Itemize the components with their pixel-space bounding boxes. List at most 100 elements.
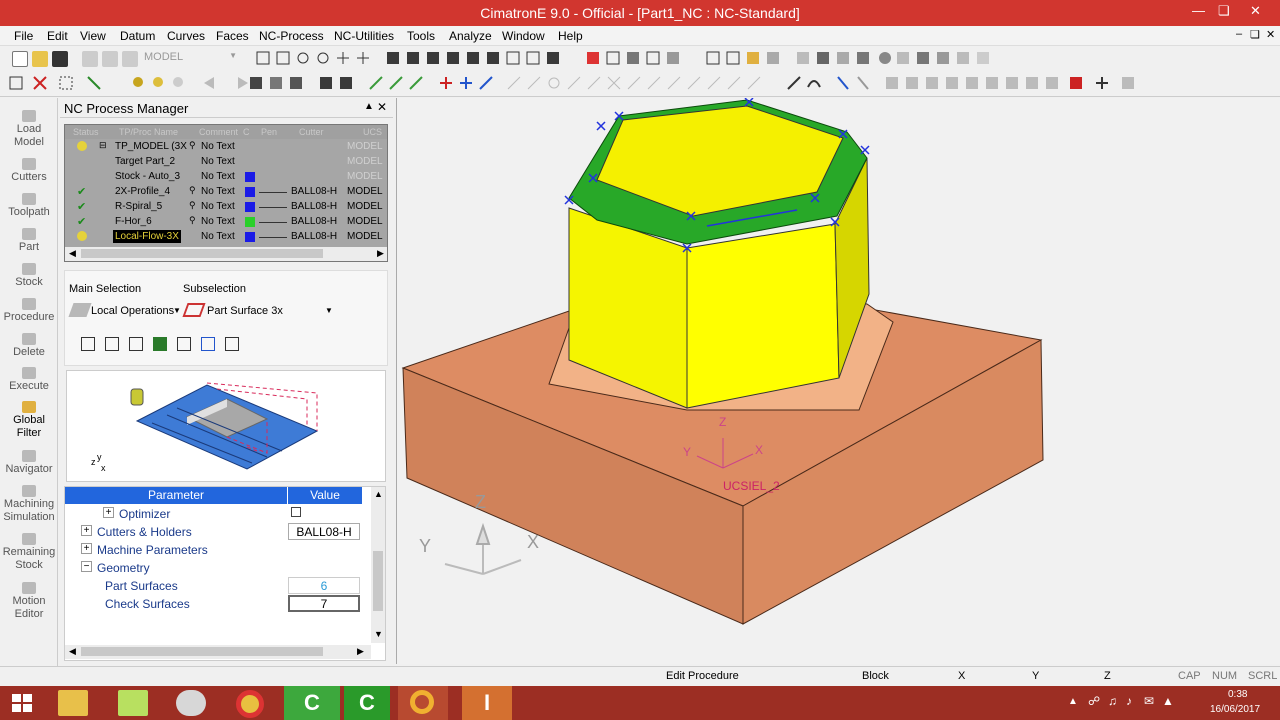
menu-curves[interactable]: Curves bbox=[167, 29, 205, 43]
folder-app-icon[interactable] bbox=[118, 690, 148, 716]
file-explorer-icon[interactable] bbox=[58, 690, 88, 716]
collapse-icon[interactable]: ⊟ bbox=[99, 140, 107, 151]
panel-close-icon[interactable]: ✕ bbox=[377, 100, 387, 114]
new-procedure-icon[interactable] bbox=[81, 337, 95, 351]
col-pen[interactable]: Pen bbox=[261, 127, 277, 137]
language-icon[interactable]: ✉ bbox=[1144, 694, 1154, 708]
copy-procedure-icon[interactable] bbox=[105, 337, 119, 351]
expand-icon[interactable]: + bbox=[103, 507, 114, 518]
global-filter-button[interactable]: Global Filter bbox=[0, 401, 58, 440]
app-icon[interactable] bbox=[398, 686, 448, 720]
part-surfaces-value[interactable]: 6 bbox=[288, 577, 360, 594]
load-model-button[interactable]: Load Model bbox=[0, 110, 58, 149]
delete-button[interactable]: Delete bbox=[0, 333, 58, 359]
scroll-right-icon[interactable]: ▶ bbox=[377, 248, 384, 259]
subselection-dropdown[interactable]: Part Surface 3x ▼ bbox=[182, 301, 333, 321]
scroll-up-icon[interactable]: ▲ bbox=[374, 489, 383, 499]
menu-edit[interactable]: Edit bbox=[47, 29, 68, 43]
volume-icon[interactable]: ♫ bbox=[1108, 694, 1117, 708]
new-file-icon[interactable] bbox=[12, 51, 28, 67]
col-c[interactable]: C bbox=[243, 127, 250, 137]
motion-editor-button[interactable]: Motion Editor bbox=[0, 582, 58, 621]
menu-nc-process[interactable]: NC-Process bbox=[259, 29, 324, 43]
undo-icon[interactable] bbox=[102, 51, 118, 67]
menu-nc-utilities[interactable]: NC-Utilities bbox=[334, 29, 394, 43]
param-row-geometry[interactable]: − Geometry bbox=[65, 559, 355, 577]
cimatron-window-icon[interactable]: C bbox=[344, 686, 390, 720]
main-selection-dropdown[interactable]: Local Operations ▼ bbox=[68, 301, 181, 321]
menu-tools[interactable]: Tools bbox=[407, 29, 435, 43]
save-icon[interactable] bbox=[52, 51, 68, 67]
scroll-left-icon[interactable]: ◀ bbox=[69, 248, 76, 259]
stock-button[interactable]: Stock bbox=[0, 263, 58, 289]
clock-date[interactable]: 16/06/2017 bbox=[1210, 704, 1260, 715]
param-header-value[interactable]: Value bbox=[288, 487, 362, 504]
menu-faces[interactable]: Faces bbox=[216, 29, 249, 43]
mdi-restore-icon[interactable]: ❏ bbox=[1250, 28, 1260, 41]
param-row-part-surfaces[interactable]: Part Surfaces 6 bbox=[65, 577, 360, 595]
param-header-name[interactable]: Parameter bbox=[65, 487, 287, 504]
col-comment[interactable]: Comment bbox=[199, 127, 238, 137]
signal-icon[interactable]: ▲ bbox=[1162, 694, 1174, 708]
model-3d-view[interactable]: Z Y X UCSIEL_2 Z Y X bbox=[397, 97, 1280, 664]
scroll-thumb[interactable] bbox=[81, 249, 323, 258]
navigator-button[interactable]: Navigator bbox=[0, 450, 58, 476]
param-row-check-surfaces[interactable]: Check Surfaces 7 bbox=[65, 595, 360, 613]
graphics-viewport[interactable]: Z Y X UCSIEL_2 Z Y X bbox=[396, 97, 1280, 664]
cimatron-taskbar-icon[interactable]: C bbox=[284, 686, 340, 720]
edit-procedure-icon[interactable] bbox=[201, 337, 215, 351]
close-icon[interactable]: ✕ bbox=[1250, 3, 1261, 19]
check-surfaces-value[interactable]: 7 bbox=[288, 595, 360, 612]
col-cutter[interactable]: Cutter bbox=[299, 127, 324, 137]
menu-file[interactable]: File bbox=[14, 29, 33, 43]
collapse-icon[interactable]: − bbox=[81, 561, 92, 572]
scroll-left-icon[interactable]: ◀ bbox=[69, 646, 76, 657]
paste-procedure-icon[interactable] bbox=[129, 337, 143, 351]
network-icon[interactable]: ☍ bbox=[1088, 694, 1100, 708]
scroll-thumb[interactable] bbox=[373, 551, 383, 611]
expand-icon[interactable]: + bbox=[81, 525, 92, 536]
part-button[interactable]: Part bbox=[0, 228, 58, 254]
menu-window[interactable]: Window bbox=[502, 29, 545, 43]
office-app-icon[interactable]: I bbox=[462, 686, 512, 720]
process-tree[interactable]: Status TP/Proc Name Comment C Pen Cutter… bbox=[64, 124, 388, 262]
menu-view[interactable]: View bbox=[80, 29, 106, 43]
tray-up-icon[interactable]: ▲ bbox=[1068, 696, 1078, 707]
toolbar-icon-strip-2[interactable] bbox=[8, 75, 1168, 93]
clock-time[interactable]: 0:38 bbox=[1228, 689, 1247, 700]
toolpath-button[interactable]: Toolpath bbox=[0, 193, 58, 219]
scroll-down-icon[interactable]: ▼ bbox=[374, 629, 383, 639]
sound-icon[interactable]: ♪ bbox=[1126, 694, 1132, 708]
col-name[interactable]: TP/Proc Name bbox=[119, 127, 178, 137]
cutters-button[interactable]: Cutters bbox=[0, 158, 58, 184]
menu-datum[interactable]: Datum bbox=[120, 29, 155, 43]
model-dropdown[interactable]: MODEL ▼ bbox=[140, 49, 240, 67]
windows-start-icon[interactable] bbox=[12, 694, 32, 712]
options-icon[interactable] bbox=[225, 337, 239, 351]
minimize-icon[interactable]: — bbox=[1192, 3, 1205, 18]
redo-icon[interactable] bbox=[122, 51, 138, 67]
mdi-minimize-icon[interactable]: – bbox=[1236, 28, 1242, 40]
menu-help[interactable]: Help bbox=[558, 29, 583, 43]
cutter-value[interactable]: BALL08-H bbox=[288, 523, 360, 540]
scroll-right-icon[interactable]: ▶ bbox=[357, 646, 364, 657]
expand-icon[interactable]: + bbox=[81, 543, 92, 554]
print-icon[interactable] bbox=[82, 51, 98, 67]
remaining-stock-button[interactable]: Remaining Stock bbox=[0, 533, 58, 572]
maximize-icon[interactable]: ❏ bbox=[1218, 3, 1230, 19]
param-row-cutters[interactable]: + Cutters & Holders BALL08-H bbox=[65, 523, 360, 541]
scroll-thumb[interactable] bbox=[81, 647, 323, 656]
optimizer-checkbox[interactable] bbox=[291, 507, 301, 517]
save-procedure-icon[interactable] bbox=[153, 337, 167, 351]
procedure-button[interactable]: Procedure bbox=[0, 298, 58, 324]
tree-hscroll[interactable]: ◀ ▶ bbox=[65, 247, 387, 261]
toolbar-icon-strip[interactable] bbox=[255, 50, 1280, 68]
col-ucs[interactable]: UCS bbox=[363, 127, 382, 137]
open-folder-icon[interactable] bbox=[32, 51, 48, 67]
pin-icon[interactable]: ▲ bbox=[364, 101, 374, 112]
network-app-icon[interactable] bbox=[176, 690, 206, 716]
param-row-machine[interactable]: + Machine Parameters bbox=[65, 541, 355, 559]
load-procedure-icon[interactable] bbox=[177, 337, 191, 351]
execute-button[interactable]: Execute bbox=[0, 367, 58, 393]
param-hscroll[interactable]: ◀ ▶ bbox=[65, 645, 371, 659]
